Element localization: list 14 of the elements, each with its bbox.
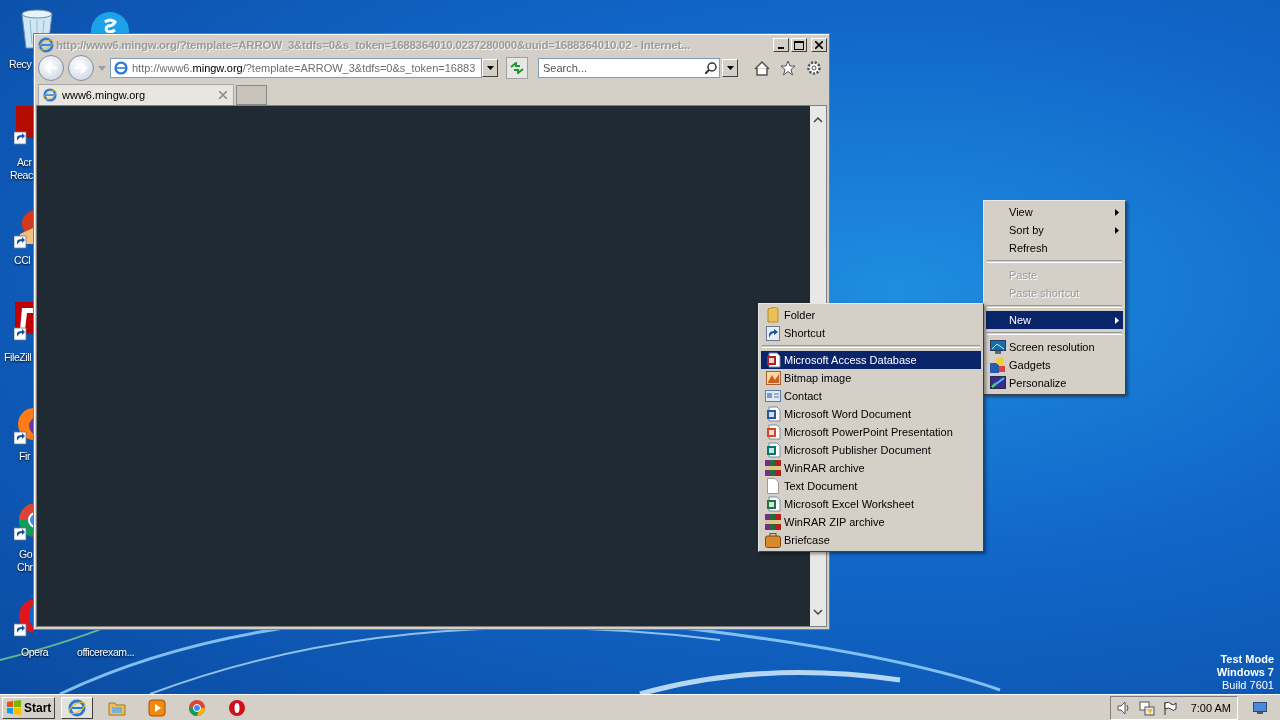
icon-label: FileZill [4, 351, 32, 363]
icon-label: Acr [17, 156, 32, 168]
icon-label: Recy [9, 58, 32, 70]
icon-label: Opera [21, 646, 49, 658]
os-notice: Test Mode [1220, 653, 1274, 666]
icon-label: Fir [19, 450, 31, 462]
icon-label: CCl [14, 254, 31, 266]
icon-label: officerexam... [77, 646, 135, 658]
window-title: http://www6.mingw.org/?template=ARROW_3&tdfs=0&s_token=1688364010.0237280000&uuid=1688364010.02 - Internet... [56, 39, 691, 51]
icon-label: Reac [10, 169, 33, 181]
icon-label: Go [19, 548, 33, 560]
os-notice: Build 7601 [1222, 679, 1274, 692]
os-notice: Windows 7 [1216, 666, 1274, 679]
icon-label: Chr [17, 561, 33, 573]
